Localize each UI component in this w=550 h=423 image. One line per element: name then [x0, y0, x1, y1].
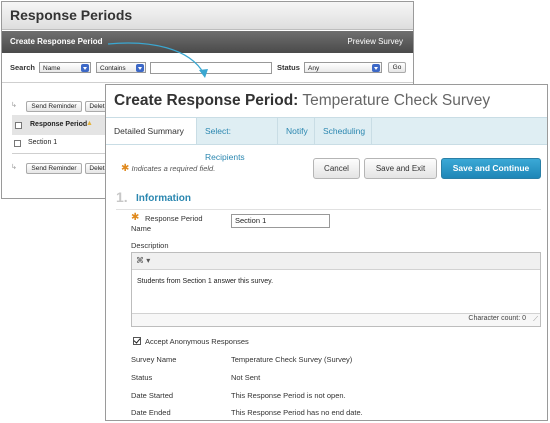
character-count: Character count: 0	[468, 315, 526, 322]
response-period-name-field[interactable]: Section 1	[231, 214, 330, 228]
status-label: Status	[277, 63, 300, 72]
window-titlebar: Response Periods	[2, 2, 413, 30]
select-all-checkbox[interactable]	[15, 122, 22, 129]
search-label: Search	[10, 63, 36, 72]
title-survey-name: Temperature Check Survey	[302, 92, 491, 109]
row-checkbox[interactable]	[14, 140, 21, 147]
preview-survey-button[interactable]: Preview Survey	[347, 37, 403, 46]
search-field-select[interactable]: Name	[39, 62, 91, 73]
section-title: Information	[136, 193, 191, 204]
search-input[interactable]	[150, 62, 272, 74]
select-arrow-icon: ↳	[11, 102, 17, 109]
page-title: Response Periods	[10, 7, 133, 23]
status-select[interactable]: Any	[304, 62, 382, 73]
tab-bar: Detailed Summary Select: Recipients Noti…	[106, 117, 547, 162]
response-period-name-label: Response Period	[145, 214, 203, 223]
search-operator-select[interactable]: Contains	[96, 62, 146, 73]
column-header-response-period[interactable]: Response Period	[30, 121, 87, 128]
search-field-value: Name	[43, 65, 61, 72]
required-note: ✱ Indicates a required field.	[121, 163, 215, 174]
format-toggle-icon[interactable]: ⌘ ▾	[136, 256, 150, 265]
tab-notify[interactable]: Notify	[278, 118, 315, 144]
date-ended-value: This Response Period has no end date.	[231, 408, 363, 417]
description-label: Description	[131, 241, 169, 250]
section-number: 1.	[116, 189, 128, 205]
required-note-text: Indicates a required field.	[131, 164, 216, 173]
send-reminder-button-bottom[interactable]: Send Reminder	[26, 163, 82, 174]
tab-detailed-summary[interactable]: Detailed Summary	[106, 118, 197, 144]
description-editor[interactable]: ⌘ ▾ Students from Section 1 answer this …	[131, 252, 541, 327]
required-star-icon: ✱	[121, 163, 130, 174]
description-text[interactable]: Students from Section 1 answer this surv…	[137, 278, 273, 285]
go-button[interactable]: Go	[388, 62, 406, 73]
chevron-down-icon	[136, 64, 144, 72]
tab-scheduling[interactable]: Scheduling	[315, 118, 372, 144]
sort-arrow-icon: ▲	[86, 120, 93, 127]
select-arrow-icon: ↳	[11, 164, 17, 171]
chevron-down-icon	[372, 64, 380, 72]
date-started-value: This Response Period is not open.	[231, 391, 346, 400]
survey-name-label: Survey Name	[131, 355, 177, 364]
divider	[2, 82, 413, 83]
date-ended-label: Date Ended	[131, 408, 171, 417]
editor-toolbar: ⌘ ▾	[132, 253, 540, 270]
save-and-exit-button[interactable]: Save and Exit	[364, 158, 437, 179]
tab-select-recipients[interactable]: Select: Recipients	[197, 118, 278, 162]
status-value: Any	[308, 65, 320, 72]
search-operator-value: Contains	[100, 65, 126, 72]
editor-footer: Character count: 0 ⟋	[132, 313, 540, 326]
row-name[interactable]: Section 1	[28, 139, 57, 146]
anonymous-responses-checkbox[interactable]	[133, 337, 141, 345]
status-label: Status	[131, 373, 153, 382]
save-and-continue-button[interactable]: Save and Continue	[441, 158, 541, 179]
survey-name-value: Temperature Check Survey (Survey)	[231, 355, 353, 364]
section-divider	[116, 209, 541, 210]
create-response-period-button[interactable]: Create Response Period	[10, 37, 102, 46]
resize-handle-icon[interactable]: ⟋	[533, 316, 538, 324]
title-bold: Create Response Period:	[114, 92, 299, 109]
status-value: Not Sent	[231, 373, 261, 382]
send-reminder-button-top[interactable]: Send Reminder	[26, 101, 82, 112]
action-bar: Create Response Period Preview Survey	[2, 31, 413, 53]
chevron-down-icon	[81, 64, 89, 72]
cancel-button[interactable]: Cancel	[313, 158, 360, 179]
date-started-label: Date Started	[131, 391, 174, 400]
create-response-period-window: Create Response Period: Temperature Chec…	[105, 84, 548, 421]
required-star-icon: ✱	[131, 212, 140, 223]
anonymous-responses-label: Accept Anonymous Responses	[145, 337, 249, 346]
search-bar: Search Name Contains Status Any Go	[2, 57, 413, 79]
response-period-name-label-2: Name	[131, 224, 152, 233]
page-title: Create Response Period: Temperature Chec…	[114, 92, 490, 110]
